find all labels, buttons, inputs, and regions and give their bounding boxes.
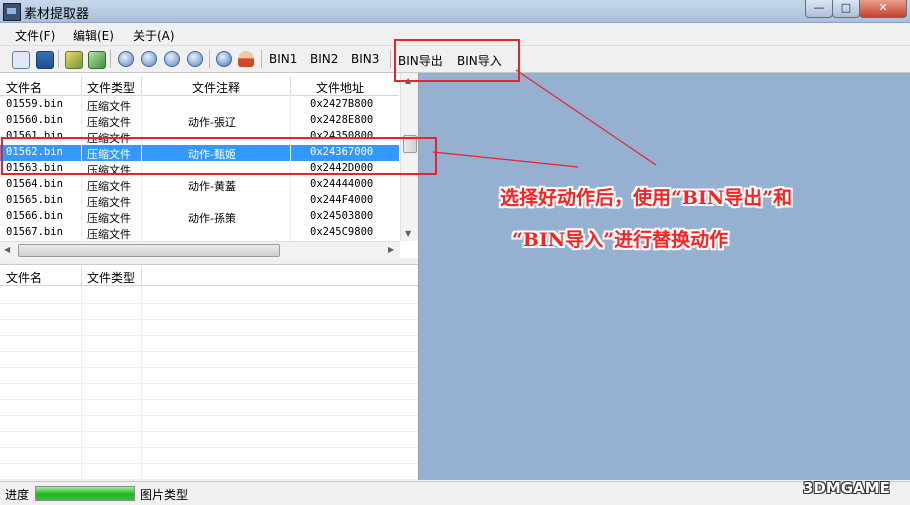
annotation-lines [432, 69, 657, 168]
annotation-text-line1: 选择好动作后，使用“BIN导出”和 [500, 187, 793, 209]
annotation-text-line2: “BIN导入”进行替换动作 [512, 229, 729, 251]
callout-line-bin [515, 69, 657, 166]
callout-line-row [432, 151, 579, 168]
watermark: 3DMGAME [803, 479, 890, 497]
